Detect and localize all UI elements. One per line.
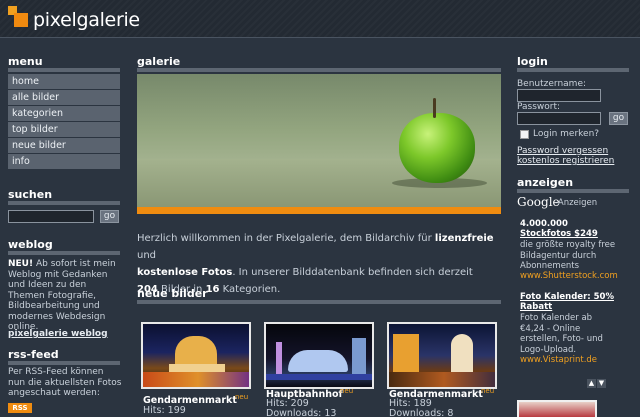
menu-divider <box>8 68 120 72</box>
menu-item-kategorien[interactable]: kategorien <box>8 106 120 121</box>
search-button[interactable]: go <box>100 210 119 223</box>
logo-text[interactable]: pixelgalerie <box>33 9 140 31</box>
login-heading: login <box>517 55 548 68</box>
remember-label: Login merken? <box>533 129 600 139</box>
thumb-station-roof <box>288 350 348 372</box>
rss-divider <box>8 361 120 365</box>
ad-scroll-arrows: ▲ ▼ <box>587 370 607 389</box>
arrow-down-icon[interactable]: ▼ <box>597 379 606 388</box>
ad-2-title-line1[interactable]: Foto Kalender: 50% <box>520 292 614 302</box>
weblog-link[interactable]: pixelgalerie weblog <box>8 329 108 339</box>
thumbnail-gendarmenmarkt-2[interactable] <box>387 322 497 389</box>
login-divider <box>517 68 629 72</box>
menu-item-alle-bilder[interactable]: alle bilder <box>8 90 120 105</box>
thumb-building <box>175 336 217 366</box>
thumb-water <box>266 374 372 380</box>
menu-item-top-bilder[interactable]: top bilder <box>8 122 120 137</box>
register-link[interactable]: kostenlos registrieren <box>517 156 614 166</box>
remember-checkbox[interactable] <box>520 130 529 139</box>
thumb-lights <box>143 372 249 387</box>
weblog-heading: weblog <box>8 238 53 251</box>
username-label: Benutzername: <box>517 79 587 89</box>
ad-1-title-line2[interactable]: Stockfotos $249 <box>520 229 598 239</box>
menu-item-home[interactable]: home <box>8 74 120 89</box>
search-heading: suchen <box>8 188 53 201</box>
menu-item-neue-bilder[interactable]: neue bilder <box>8 138 120 153</box>
menu-item-info[interactable]: info <box>8 154 120 169</box>
search-divider <box>8 201 120 205</box>
galerie-heading: galerie <box>137 55 181 68</box>
hero-image <box>137 74 501 214</box>
menu-list: home alle bilder kategorien top bilder n… <box>8 74 120 170</box>
login-go-button[interactable]: go <box>609 112 628 125</box>
new-images-heading: neue bilder <box>137 287 208 300</box>
new-images-divider <box>137 300 501 304</box>
thumbnail-gendarmenmarkt-1[interactable] <box>141 322 251 389</box>
password-field[interactable] <box>517 112 601 125</box>
arrow-up-icon[interactable]: ▲ <box>587 379 596 388</box>
hero-apple-stem <box>433 98 436 118</box>
rss-text: Per RSS-Feed können nun die aktuellsten … <box>8 367 122 398</box>
header-bar: pixelgalerie <box>0 0 640 38</box>
rss-badge[interactable]: RSS <box>8 403 32 413</box>
ad-1-title-line1[interactable]: 4.000.000 <box>520 219 568 229</box>
logo-icon[interactable] <box>8 6 30 28</box>
weblog-new-label: NEU! <box>8 259 34 269</box>
thumb-3-downloads: Downloads: 8 <box>389 408 454 417</box>
thumb-2-new-badge: neu <box>340 387 354 395</box>
search-input[interactable] <box>8 210 94 223</box>
username-field[interactable] <box>517 89 601 102</box>
thumb-station-tower <box>352 338 366 378</box>
thumbnail-hauptbahnhof[interactable] <box>264 322 374 389</box>
thumb-2-downloads: Downloads: 13 <box>266 408 337 417</box>
ad-2-title-line2[interactable]: Rabatt <box>520 302 552 312</box>
ads-divider <box>517 189 629 193</box>
thumb-3-new-badge: neu <box>481 387 495 395</box>
thumb-1-new-badge: neu <box>235 393 249 401</box>
menu-heading: menu <box>8 55 43 68</box>
weblog-divider <box>8 251 120 255</box>
ad-2-url[interactable]: www.Vistaprint.de <box>520 355 597 365</box>
hero-apple <box>399 113 475 183</box>
ad-banner-image[interactable] <box>517 400 597 417</box>
thumb-1-hits: Hits: 199 <box>143 405 186 416</box>
ad-1-url[interactable]: www.Shutterstock.com <box>520 271 618 281</box>
galerie-divider <box>137 68 501 72</box>
ad-1-text: die größte royalty free Bildagentur durc… <box>520 240 616 271</box>
google-ads-label: -Anzeigen <box>555 198 598 208</box>
thumb-building-left <box>393 334 419 374</box>
rss-heading: rss-feed <box>8 348 59 361</box>
google-logo: Google <box>517 195 560 209</box>
weblog-text: NEU! Ab sofort ist mein Weblog mit Gedan… <box>8 259 116 332</box>
forgot-password-link[interactable]: Password vergessen <box>517 146 608 156</box>
ads-heading: anzeigen <box>517 176 574 189</box>
password-label: Passwort: <box>517 102 561 112</box>
ad-2-text: Foto Kalender ab €4,24 - Online erstelle… <box>520 313 603 355</box>
thumb-dome-building <box>451 334 473 376</box>
hero-accent-stripe <box>137 207 501 214</box>
